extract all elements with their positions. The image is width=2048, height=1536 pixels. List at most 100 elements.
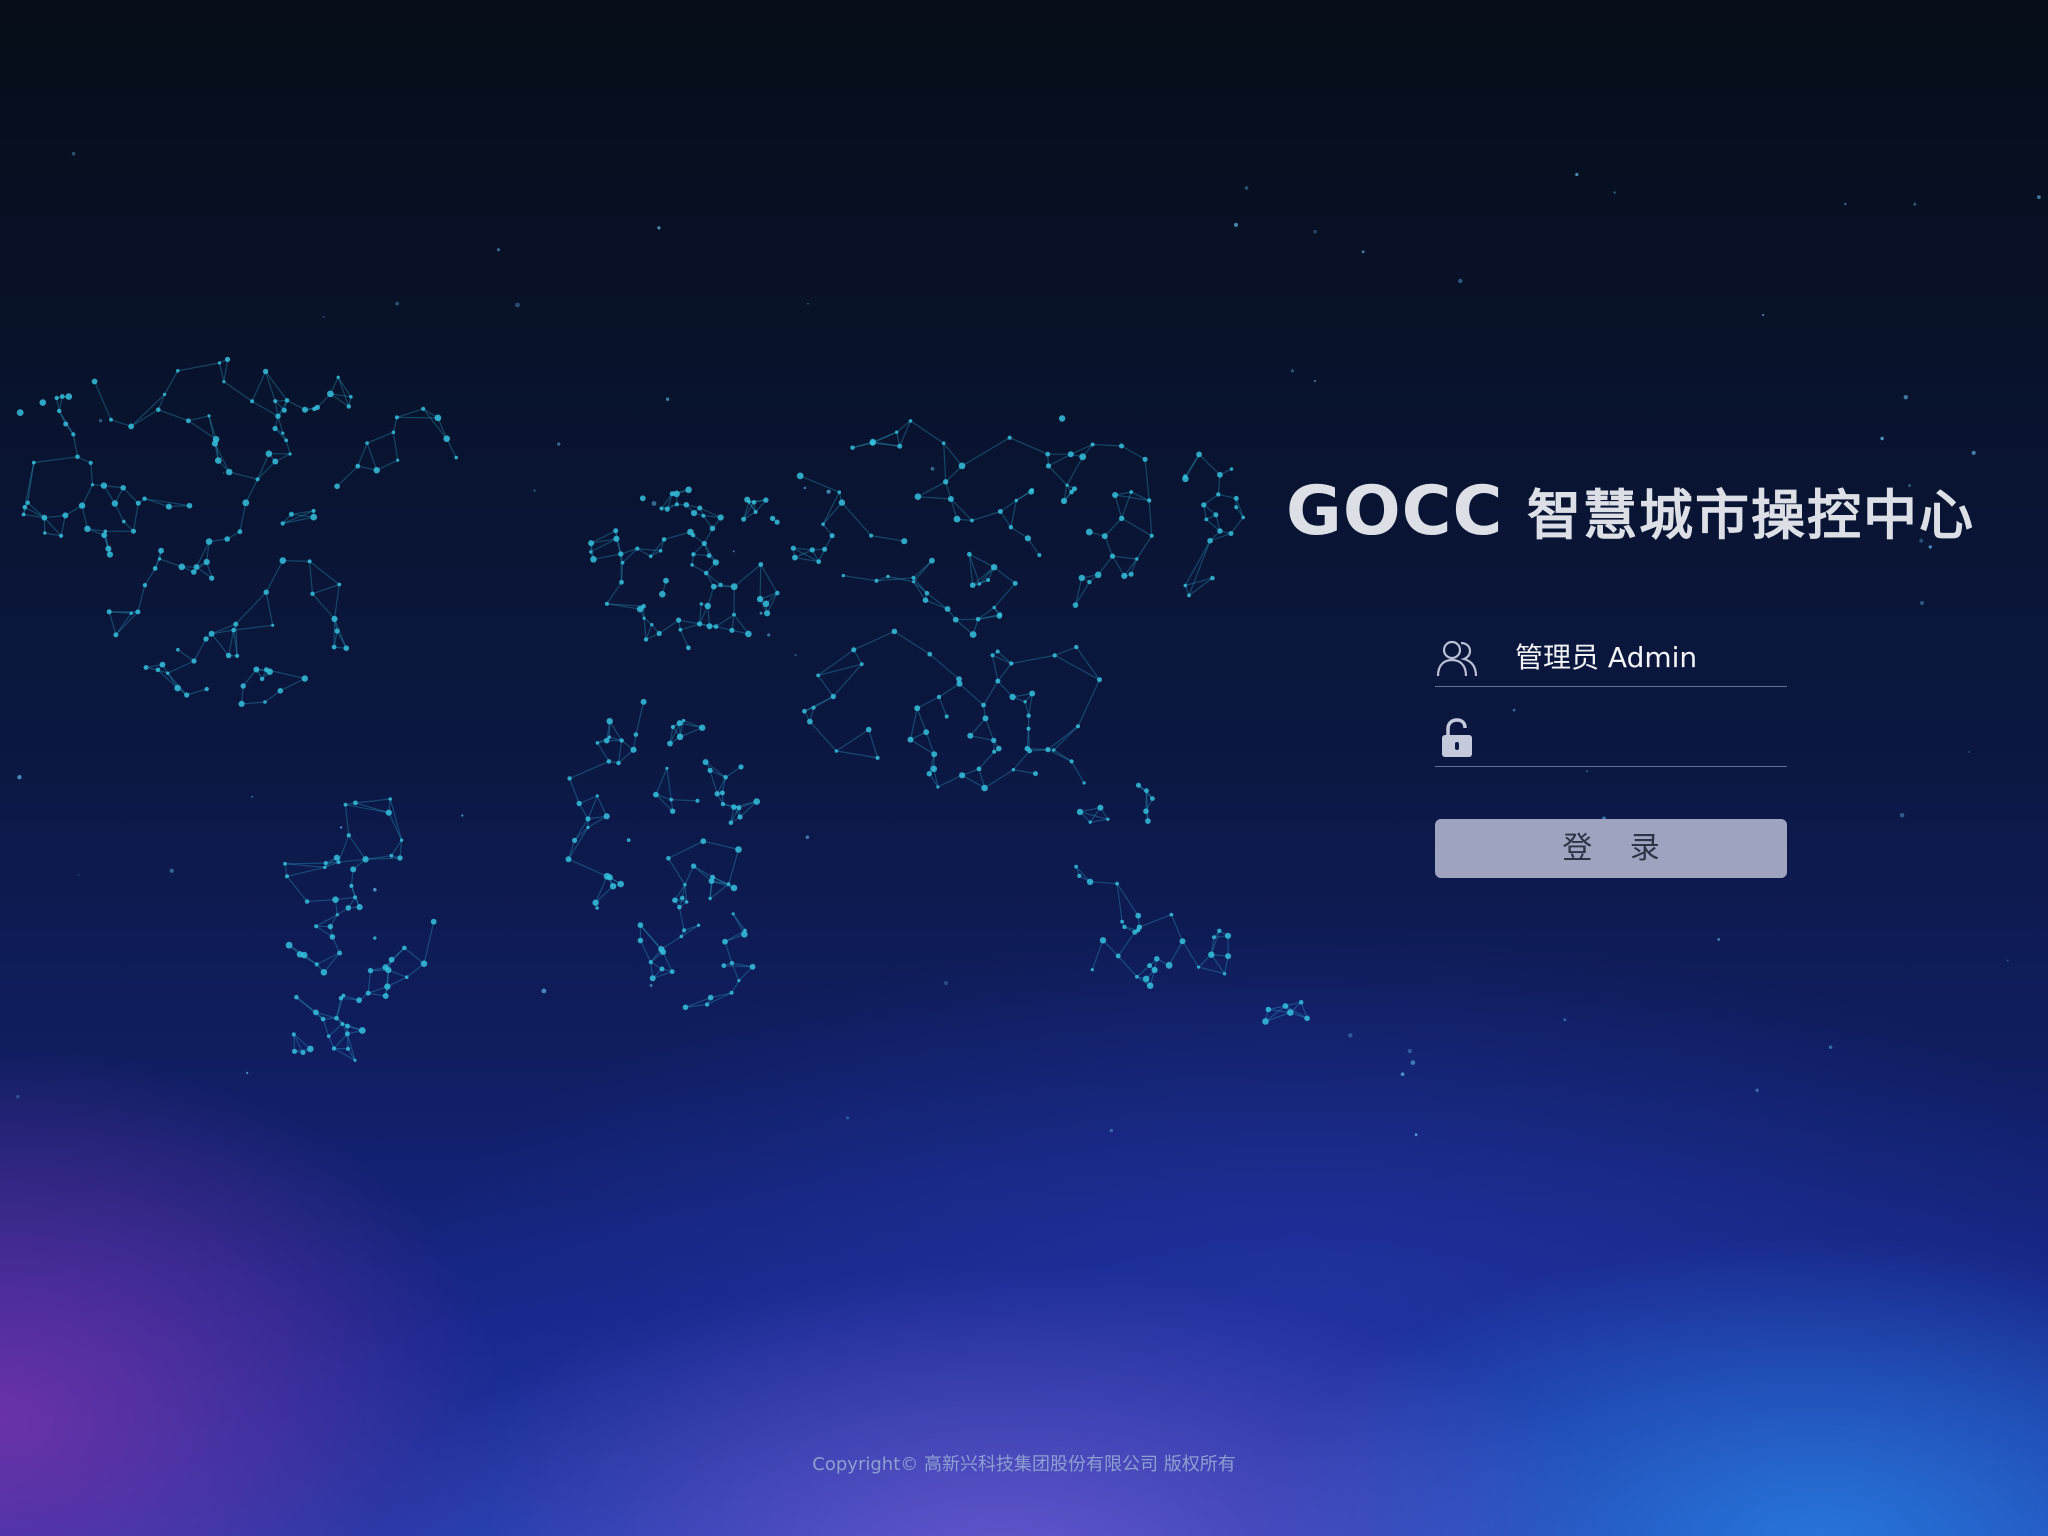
network-node xyxy=(263,589,269,595)
star xyxy=(651,501,657,506)
network-line xyxy=(286,875,308,902)
network-node xyxy=(217,361,222,365)
username-field xyxy=(1435,626,1787,687)
network-line xyxy=(943,443,947,482)
network-line xyxy=(223,381,253,402)
star xyxy=(759,611,763,615)
star xyxy=(222,471,225,474)
network-line xyxy=(703,840,739,851)
network-node xyxy=(640,698,647,705)
network-node xyxy=(238,700,245,708)
network-node xyxy=(701,513,706,518)
network-line xyxy=(693,865,712,882)
network-node xyxy=(176,369,180,373)
network-node xyxy=(1120,919,1124,924)
network-node xyxy=(231,627,236,633)
network-node xyxy=(619,579,624,585)
network-node xyxy=(1077,873,1082,879)
network-node xyxy=(326,1034,331,1038)
network-line xyxy=(108,611,117,636)
network-line xyxy=(309,560,340,585)
network-line xyxy=(1091,940,1104,970)
network-node xyxy=(1212,935,1216,940)
network-node xyxy=(891,628,898,635)
network-node xyxy=(1169,912,1174,917)
network-node xyxy=(572,837,578,844)
network-node xyxy=(343,802,348,807)
network-node xyxy=(749,963,756,970)
username-input[interactable] xyxy=(1515,634,1785,678)
network-node xyxy=(585,816,591,822)
network-node xyxy=(929,557,935,564)
network-node xyxy=(869,440,876,446)
network-line xyxy=(1029,749,1048,752)
star xyxy=(1407,1048,1412,1054)
network-node xyxy=(745,630,752,638)
network-node xyxy=(674,502,680,507)
network-node xyxy=(323,865,327,870)
network-node xyxy=(1241,515,1245,520)
network-line xyxy=(282,560,310,562)
network-node xyxy=(637,937,644,944)
network-line xyxy=(1148,500,1153,536)
network-node xyxy=(697,505,703,511)
star xyxy=(1414,1133,1418,1137)
star xyxy=(1967,751,1970,753)
network-node xyxy=(312,406,317,412)
network-node xyxy=(576,800,582,807)
network-line xyxy=(925,599,948,610)
network-node xyxy=(676,733,684,741)
password-field xyxy=(1435,706,1787,767)
network-node xyxy=(648,554,653,559)
star xyxy=(665,397,670,401)
network-node xyxy=(996,613,1003,619)
network-line xyxy=(1144,459,1150,501)
password-input[interactable] xyxy=(1515,714,1785,758)
network-line xyxy=(993,566,1016,584)
network-node xyxy=(912,580,916,584)
network-node xyxy=(708,878,715,884)
network-node xyxy=(970,518,974,523)
network-node xyxy=(311,508,316,513)
network-line xyxy=(955,619,974,635)
network-node xyxy=(350,866,357,873)
network-line xyxy=(242,669,257,687)
network-node xyxy=(314,962,319,967)
network-line xyxy=(1092,443,1122,447)
network-node xyxy=(385,809,392,816)
network-node xyxy=(131,528,136,534)
star xyxy=(461,814,464,817)
network-line xyxy=(567,827,589,860)
network-node xyxy=(897,443,903,449)
network-node xyxy=(586,825,590,830)
network-nodes xyxy=(16,356,1310,1062)
app-subtitle: 智慧城市操控中心 xyxy=(1527,484,1976,547)
network-line xyxy=(90,462,94,485)
network-line xyxy=(229,471,258,480)
network-node xyxy=(683,502,690,508)
network-node xyxy=(753,510,758,514)
network-node xyxy=(349,883,354,889)
network-node xyxy=(310,591,315,596)
network-line xyxy=(738,966,754,982)
network-line xyxy=(910,420,945,444)
network-line xyxy=(997,680,1014,698)
network-node xyxy=(1204,517,1209,522)
network-line xyxy=(841,502,872,536)
network-node xyxy=(225,652,232,659)
network-node xyxy=(959,772,966,779)
login-button[interactable]: 登 录 xyxy=(1435,819,1787,878)
network-node xyxy=(821,522,825,526)
network-node xyxy=(367,967,374,974)
network-node xyxy=(365,990,371,996)
network-node xyxy=(567,776,572,781)
network-node xyxy=(358,1027,366,1034)
network-node xyxy=(1029,488,1034,493)
network-node xyxy=(90,483,95,487)
network-line xyxy=(1102,939,1119,957)
network-node xyxy=(841,573,845,578)
star xyxy=(339,826,343,829)
network-node xyxy=(272,425,278,432)
network-node xyxy=(969,582,976,588)
network-node xyxy=(737,979,741,983)
